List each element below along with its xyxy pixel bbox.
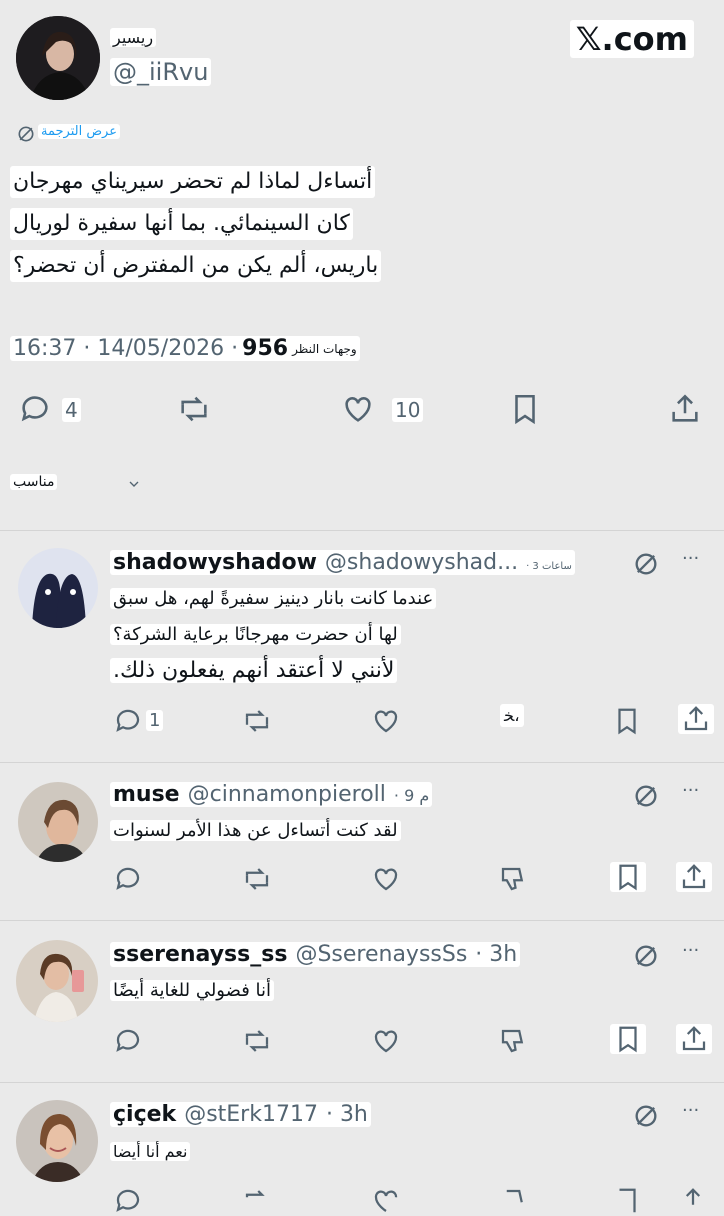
reply-text-line: أنا فضولي للغاية أيضًا xyxy=(110,980,275,1001)
reply-icon[interactable] xyxy=(112,706,144,736)
tweet-text-line: أتساءل لماذا لم تحضر سيريناي مهرجان xyxy=(10,166,376,198)
reply-name[interactable]: muse xyxy=(113,782,180,807)
reply-name[interactable]: shadowyshadow xyxy=(113,550,317,575)
like-icon[interactable] xyxy=(340,392,376,426)
reply-time[interactable]: · 3h xyxy=(326,1102,368,1127)
like-icon[interactable] xyxy=(370,1186,402,1216)
reply-time[interactable]: · 9 م xyxy=(394,786,429,805)
bookmark-icon[interactable] xyxy=(610,1024,646,1054)
avatar[interactable] xyxy=(16,16,100,100)
views-label: وجهات النظر xyxy=(292,341,357,356)
tweet-text-line: باريس، ألم يكن من المفترض أن تحضر؟ xyxy=(10,250,382,282)
like-icon[interactable] xyxy=(370,1026,402,1056)
tweet-meta: 16:37 · 14/05/2026 · 956 وجهات النظر xyxy=(10,336,360,361)
user-handle[interactable]: @_iiRvu xyxy=(110,58,212,86)
reply-handle[interactable]: @stErk1717 xyxy=(184,1102,318,1127)
share-icon[interactable] xyxy=(676,1024,712,1054)
reply-text-line: لها أن حضرت مهرجانًا برعاية الشركة؟ xyxy=(110,624,401,645)
reply-header: muse @cinnamonpieroll · 9 م xyxy=(110,782,433,807)
more-icon[interactable]: ··· xyxy=(682,780,699,801)
divider xyxy=(0,762,724,763)
share-icon[interactable] xyxy=(678,1186,708,1216)
translate-icon[interactable] xyxy=(632,782,660,810)
share-icon[interactable] xyxy=(668,392,702,426)
bookmark-icon[interactable] xyxy=(610,862,646,892)
avatar[interactable] xyxy=(18,548,98,628)
reply-time[interactable]: · 3 ساعات xyxy=(526,561,572,572)
reply-text-line: لأنني لا أعتقد أنهم يفعلون ذلك. xyxy=(110,658,398,683)
like-count: 10 xyxy=(392,398,424,422)
reply-handle[interactable]: @shadowyshad... xyxy=(325,550,518,575)
share-icon[interactable] xyxy=(678,704,714,734)
bookmark-icon[interactable] xyxy=(612,706,642,736)
divider xyxy=(0,530,724,531)
translate-link[interactable]: عرض الترجمة xyxy=(38,124,120,139)
avatar[interactable] xyxy=(18,782,98,862)
more-icon[interactable]: ··· xyxy=(682,1100,699,1121)
more-icon[interactable]: ··· xyxy=(682,940,699,961)
translate-icon[interactable] xyxy=(632,550,660,578)
dislike-glyph[interactable]: ﺨ، xyxy=(500,704,524,727)
reply-header: çiçek @stErk1717 · 3h xyxy=(110,1102,371,1127)
retweet-icon[interactable] xyxy=(240,1026,274,1056)
like-icon[interactable] xyxy=(370,864,402,894)
translate-icon[interactable] xyxy=(16,124,36,144)
x-logo: 𝕏.com xyxy=(569,20,694,58)
dislike-icon[interactable] xyxy=(498,1186,528,1216)
retweet-icon[interactable] xyxy=(240,1186,274,1216)
translate-icon[interactable] xyxy=(632,1102,660,1130)
reply-count: 1 xyxy=(146,710,164,731)
reply-handle[interactable]: @SserenayssSs xyxy=(295,942,467,967)
reply-icon[interactable] xyxy=(112,1026,144,1056)
more-icon[interactable]: ··· xyxy=(682,548,699,569)
display-name[interactable]: ريسير xyxy=(110,28,157,47)
views-count: 956 xyxy=(242,336,289,361)
like-icon[interactable] xyxy=(370,706,402,736)
retweet-icon[interactable] xyxy=(240,706,274,736)
reply-text-line: نعم أنا أيضا xyxy=(110,1142,191,1161)
tweet-timestamp[interactable]: 16:37 · 14/05/2026 · xyxy=(13,336,238,361)
retweet-icon[interactable] xyxy=(240,864,274,894)
reply-handle[interactable]: @cinnamonpieroll xyxy=(188,782,386,807)
reply-name[interactable]: çiçek xyxy=(113,1102,176,1127)
reply-header: sserenayss_ss @SserenayssSs · 3h xyxy=(110,942,521,967)
bookmark-icon[interactable] xyxy=(612,1186,642,1216)
reply-icon[interactable] xyxy=(112,864,144,894)
dislike-icon[interactable] xyxy=(498,1026,528,1056)
reply-name[interactable]: sserenayss_ss xyxy=(113,942,287,967)
reply-time[interactable]: · 3h xyxy=(475,942,517,967)
tweet-text-line: كان السينمائي. بما أنها سفيرة لوريال xyxy=(10,208,353,240)
chevron-down-icon[interactable] xyxy=(126,476,142,492)
reply-icon[interactable] xyxy=(112,1186,144,1216)
retweet-icon[interactable] xyxy=(176,392,212,426)
translate-icon[interactable] xyxy=(632,942,660,970)
share-icon[interactable] xyxy=(676,862,712,892)
reply-count: 4 xyxy=(62,398,81,422)
avatar[interactable] xyxy=(16,1100,98,1182)
divider xyxy=(0,1082,724,1083)
divider xyxy=(0,920,724,921)
reply-header: shadowyshadow @shadowyshad... · 3 ساعات xyxy=(110,550,575,575)
dislike-icon[interactable] xyxy=(498,864,528,894)
reply-icon[interactable] xyxy=(18,392,52,426)
sort-label[interactable]: مناسب xyxy=(10,474,58,490)
bookmark-icon[interactable] xyxy=(508,392,542,426)
reply-text-line: لقد كنت أتساءل عن هذا الأمر لسنوات xyxy=(110,820,401,841)
avatar[interactable] xyxy=(16,940,98,1022)
reply-text-line: عندما كانت بانار دينيز سفيرةً لهم، هل سب… xyxy=(110,588,437,609)
